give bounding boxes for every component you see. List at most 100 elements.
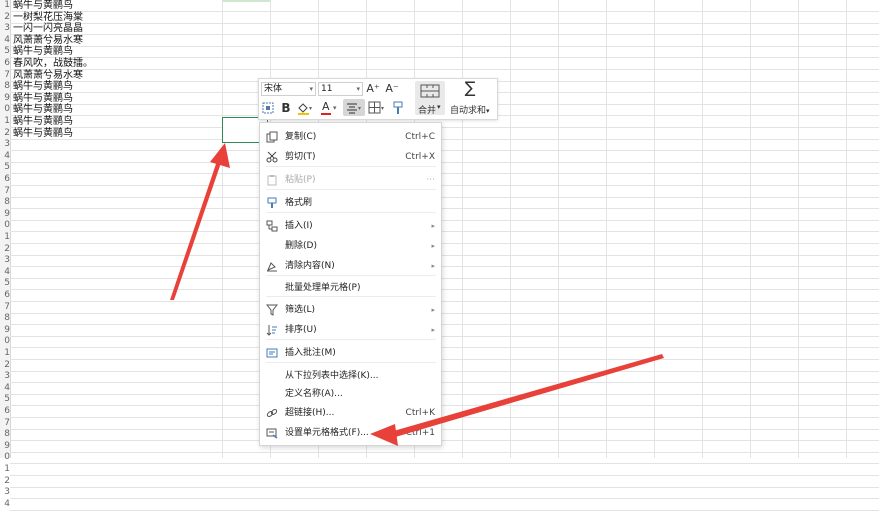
row-number[interactable]: 8 [0,81,10,92]
row-number[interactable]: 5 [0,46,10,57]
menu-item-format-cells[interactable]: 设置单元格格式(F)... Ctrl+1 [260,424,441,442]
row-gridline [10,266,879,267]
cell-a2[interactable]: 一树梨花压海棠 [13,12,83,23]
row-gridline [10,301,879,302]
row-number[interactable]: 3 [0,139,10,150]
row-number[interactable]: 4 [0,151,10,162]
select-cell-button[interactable] [262,100,276,116]
menu-item-label: 超链接(H)... [285,408,335,418]
row-number[interactable]: 7 [0,302,10,313]
row-number[interactable]: 8 [0,429,10,440]
menu-item-insert[interactable]: 插入(I) ▸ [260,217,441,235]
menu-item-label: 筛选(L) [285,305,316,315]
row-number[interactable]: 6 [0,406,10,417]
menu-item-cut[interactable]: 剪切(T) Ctrl+X [260,148,441,166]
row-number[interactable]: 9 [0,93,10,104]
chevron-down-icon: ▾ [309,85,313,93]
decrease-font-button[interactable]: A⁻ [385,81,399,97]
format-painter-button[interactable] [392,100,406,116]
menu-item-batch-process[interactable]: 批量处理单元格(P) [260,279,441,297]
row-number[interactable]: 1 [0,232,10,243]
cell-a10[interactable]: 蜗牛与黄鹂鸟 [13,104,73,115]
menu-item-label: 复制(C) [285,132,317,142]
fill-color-button[interactable]: ▾ [296,100,316,116]
align-center-button[interactable]: ▾ [343,99,365,116]
row-number[interactable]: 2 [0,244,10,255]
menu-item-pick-from-list[interactable]: 从下拉列表中选择(K)... [260,367,441,385]
row-number[interactable]: 5 [0,162,10,173]
row-number[interactable]: 0 [0,336,10,347]
menu-item-format-painter[interactable]: 格式刷 [260,194,441,212]
row-number[interactable]: 4 [0,499,10,510]
cell-a3[interactable]: 一闪一闪亮晶晶 [13,23,83,34]
row-number[interactable]: 2 [0,360,10,371]
row-number[interactable]: 0 [0,220,10,231]
row-number[interactable]: 3 [0,255,10,266]
autosum-icon[interactable]: ∑ [462,80,478,96]
menu-item-define-name[interactable]: 定义名称(A)... [260,385,441,403]
cell-a9[interactable]: 蜗牛与黄鹂鸟 [13,93,73,104]
column-gridline [846,0,847,458]
font-color-button[interactable]: A ▾ [320,100,340,116]
row-number[interactable]: 3 [0,23,10,34]
row-number[interactable]: 1 [0,116,10,127]
row-number[interactable]: 7 [0,70,10,81]
row-number[interactable]: 1 [0,464,10,475]
mini-format-toolbar: 宋体 ▾ 11 ▾ A⁺ A⁻ 合并 ▾ ∑ 自动求和▾ B ▾ A ▾ ▾ ▾ [258,78,498,120]
menu-item-insert-comment[interactable]: 插入批注(M) [260,344,441,362]
bold-button[interactable]: B [280,100,292,116]
font-size-select[interactable]: 11 ▾ [318,82,363,96]
row-number[interactable]: 4 [0,35,10,46]
menu-separator [266,296,436,297]
row-number[interactable]: 9 [0,441,10,452]
row-number[interactable]: 5 [0,394,10,405]
cell-a5[interactable]: 蜗牛与黄鹂鸟 [13,46,73,57]
cell-a11[interactable]: 蜗牛与黄鹂鸟 [13,116,73,127]
row-number[interactable]: 1 [0,0,10,11]
menu-item-filter[interactable]: 筛选(L) ▸ [260,301,441,319]
borders-button[interactable]: ▾ [368,100,388,116]
menu-item-hyperlink[interactable]: 超链接(H)... Ctrl+K [260,404,441,422]
cell-a7[interactable]: 风萧萧兮易水寒 [13,70,83,81]
row-number[interactable]: 6 [0,174,10,185]
column-gridline [222,0,223,458]
row-number[interactable]: 2 [0,12,10,23]
autosum-button[interactable]: 自动求和▾ [450,103,490,116]
row-gridline [10,498,879,499]
row-gridline [10,463,879,464]
menu-item-copy[interactable]: 复制(C) Ctrl+C [260,128,441,146]
row-number[interactable]: 2 [0,476,10,487]
font-name-select[interactable]: 宋体 ▾ [261,82,316,96]
increase-font-button[interactable]: A⁺ [366,81,380,97]
row-number[interactable]: 9 [0,325,10,336]
merge-button[interactable]: 合并 ▾ [415,81,445,116]
row-number[interactable]: 7 [0,418,10,429]
row-gridline [10,139,879,140]
menu-item-label: 批量处理单元格(P) [285,283,361,293]
insert-icon [266,220,278,232]
row-number[interactable]: 0 [0,104,10,115]
row-number[interactable]: 4 [0,383,10,394]
menu-item-delete[interactable]: 删除(D) ▸ [260,237,441,255]
row-number[interactable]: 5 [0,278,10,289]
row-number[interactable]: 7 [0,186,10,197]
row-number[interactable]: 2 [0,128,10,139]
cell-a12[interactable]: 蜗牛与黄鹂鸟 [13,128,73,139]
row-number[interactable]: 9 [0,209,10,220]
cell-a1[interactable]: 蜗牛与黄鹂鸟 [13,0,73,11]
row-number[interactable]: 6 [0,290,10,301]
row-number[interactable]: 3 [0,371,10,382]
row-number[interactable]: 3 [0,487,10,498]
row-number[interactable]: 1 [0,348,10,359]
row-gridline [10,197,879,198]
row-gridline [10,150,879,151]
menu-item-clear-contents[interactable]: 清除内容(N) ▸ [260,257,441,275]
menu-item-sort[interactable]: 排序(U) ▸ [260,321,441,339]
row-number[interactable]: 8 [0,313,10,324]
cell-a4[interactable]: 风萧萧兮易水寒 [13,35,83,46]
row-number[interactable]: 8 [0,197,10,208]
row-number[interactable]: 4 [0,267,10,278]
row-number[interactable]: 6 [0,58,10,69]
cell-a6[interactable]: 春风吹，战鼓擂。 [13,58,93,69]
cell-a8[interactable]: 蜗牛与黄鹂鸟 [13,81,73,92]
